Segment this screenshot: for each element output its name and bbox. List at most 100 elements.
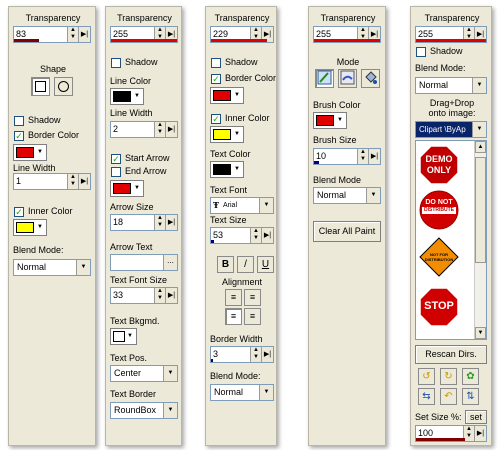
chevron-down-icon[interactable]: ▼ bbox=[163, 366, 177, 381]
brush-size-spinner[interactable]: 10 ▲ ▼ ▶| bbox=[313, 148, 381, 165]
spin-up-down-icon[interactable]: ▲ ▼ bbox=[154, 215, 165, 230]
arrow-text-input[interactable]: ... bbox=[110, 254, 178, 271]
transparency-spinner[interactable]: 255 ▲ ▼ ▶| bbox=[415, 26, 487, 43]
spin-up-down-icon[interactable]: ▲ ▼ bbox=[357, 149, 368, 164]
scroll-thumb[interactable] bbox=[475, 157, 486, 263]
spin-max-icon[interactable]: ▶| bbox=[78, 27, 90, 42]
text-border-select[interactable]: RoundBox ▼ bbox=[110, 402, 178, 419]
scroll-up-icon[interactable]: ▲ bbox=[475, 141, 486, 153]
spin-up-down-icon[interactable]: ▲ ▼ bbox=[154, 288, 165, 303]
fill-bucket-icon[interactable] bbox=[361, 69, 380, 88]
set-size-button[interactable]: set bbox=[465, 410, 487, 424]
arrow-text-browse-button[interactable]: ... bbox=[163, 255, 177, 270]
clipart-not-for-distribution[interactable]: NOT FOR DISTRIBUTION bbox=[419, 237, 459, 277]
clipart-list[interactable]: DEMO ONLY DO NOT DISTRIBUTE NOT FOR DIST… bbox=[415, 140, 487, 340]
align-justify-icon[interactable]: ≡ bbox=[244, 308, 261, 325]
flip-horizontal-icon[interactable]: ⇆ bbox=[418, 388, 435, 405]
align-left-icon[interactable]: ≡ bbox=[225, 289, 242, 306]
spin-up-down-icon[interactable]: ▲ ▼ bbox=[154, 122, 165, 137]
clipart-scrollbar[interactable]: ▲ ▼ bbox=[474, 141, 486, 339]
border-color-checkbox[interactable]: ✓ bbox=[211, 74, 221, 84]
spin-max-icon[interactable]: ▶| bbox=[261, 347, 273, 362]
chevron-down-icon[interactable]: ▼ bbox=[163, 403, 177, 418]
size-spinner[interactable]: 100 ▲ ▼ ▶| bbox=[415, 425, 487, 442]
brush-color-picker[interactable]: ▼ bbox=[313, 112, 347, 129]
line-width-spinner[interactable]: 2 ▲ ▼ ▶| bbox=[110, 121, 178, 138]
spin-max-icon[interactable]: ▶| bbox=[368, 149, 380, 164]
border-width-spinner[interactable]: 3 ▲ ▼ ▶| bbox=[210, 346, 274, 363]
clear-all-paint-button[interactable]: Clear All Paint bbox=[313, 221, 381, 242]
clipart-demo-only[interactable]: DEMO ONLY bbox=[419, 145, 459, 185]
blend-mode-select[interactable]: Normal ▼ bbox=[210, 384, 274, 401]
border-width-value[interactable]: 3 bbox=[213, 349, 218, 360]
ellipse-shape-icon[interactable] bbox=[54, 77, 73, 96]
shadow-checkbox[interactable] bbox=[111, 58, 121, 68]
text-size-value[interactable]: 53 bbox=[213, 230, 223, 241]
chevron-down-icon[interactable]: ▼ bbox=[366, 188, 380, 203]
start-arrow-checkbox[interactable]: ✓ bbox=[111, 154, 121, 164]
inner-color-checkbox[interactable]: ✓ bbox=[211, 114, 221, 124]
line-width-value[interactable]: 1 bbox=[16, 176, 21, 187]
border-color-picker[interactable]: ▼ bbox=[210, 87, 244, 104]
text-font-select[interactable]: Ŧ Arial ▼ bbox=[210, 197, 274, 214]
spin-max-icon[interactable]: ▶| bbox=[165, 288, 177, 303]
inner-color-picker[interactable]: ▼ bbox=[13, 219, 47, 236]
spin-max-icon[interactable]: ▶| bbox=[165, 122, 177, 137]
border-color-checkbox[interactable]: ✓ bbox=[14, 131, 24, 141]
spin-up-down-icon[interactable]: ▲ ▼ bbox=[250, 228, 261, 243]
blend-mode-select[interactable]: Normal ▼ bbox=[313, 187, 381, 204]
blend-mode-select[interactable]: Normal ▼ bbox=[13, 259, 91, 276]
arrow-color-picker[interactable]: ▼ bbox=[110, 180, 144, 197]
transparency-spinner[interactable]: 255 ▲ ▼ ▶| bbox=[110, 26, 178, 43]
line-width-value[interactable]: 2 bbox=[113, 124, 118, 135]
align-right-icon[interactable]: ≡ bbox=[244, 289, 261, 306]
inner-color-picker[interactable]: ▼ bbox=[210, 126, 244, 143]
brush-mode-icon[interactable] bbox=[315, 69, 334, 88]
text-pos-select[interactable]: Center ▼ bbox=[110, 365, 178, 382]
rectangle-shape-icon[interactable] bbox=[31, 77, 50, 96]
scroll-down-icon[interactable]: ▼ bbox=[475, 327, 486, 339]
transparency-spinner[interactable]: 229 ▲ ▼ ▶| bbox=[210, 26, 274, 43]
clipart-do-not-distribute[interactable]: DO NOT DISTRIBUTE bbox=[419, 190, 459, 230]
bold-button[interactable]: B bbox=[217, 256, 234, 273]
spin-max-icon[interactable]: ▶| bbox=[474, 426, 486, 441]
spin-max-icon[interactable]: ▶| bbox=[261, 228, 273, 243]
rotate-right-icon[interactable]: ↻ bbox=[440, 368, 457, 385]
text-size-spinner[interactable]: 53 ▲ ▼ ▶| bbox=[210, 227, 274, 244]
color-wheel-icon[interactable]: ✿ bbox=[462, 368, 479, 385]
text-background-color-picker[interactable]: ▼ bbox=[110, 328, 137, 345]
smudge-mode-icon[interactable] bbox=[338, 69, 357, 88]
chevron-down-icon[interactable]: ▼ bbox=[259, 198, 273, 213]
clipart-stop-sign[interactable]: STOP bbox=[419, 287, 459, 327]
flip-vertical-icon[interactable]: ⇅ bbox=[462, 388, 479, 405]
transparency-spinner[interactable]: 255 ▲ ▼ ▶| bbox=[313, 26, 381, 43]
line-width-spinner[interactable]: 1 ▲ ▼ ▶| bbox=[13, 173, 91, 190]
transparency-spinner[interactable]: 83 ▲ ▼ ▶| bbox=[13, 26, 91, 43]
spin-up-down-icon[interactable]: ▲ ▼ bbox=[250, 347, 261, 362]
chevron-down-icon[interactable]: ▼ bbox=[76, 260, 90, 275]
shadow-checkbox[interactable] bbox=[211, 58, 221, 68]
text-font-size-spinner[interactable]: 33 ▲ ▼ ▶| bbox=[110, 287, 178, 304]
arrow-size-value[interactable]: 18 bbox=[113, 217, 123, 228]
text-color-picker[interactable]: ▼ bbox=[210, 161, 244, 178]
spin-max-icon[interactable]: ▶| bbox=[165, 215, 177, 230]
blend-mode-select[interactable]: Normal ▼ bbox=[415, 77, 487, 94]
text-font-size-value[interactable]: 33 bbox=[113, 290, 123, 301]
end-arrow-checkbox[interactable] bbox=[111, 167, 121, 177]
arrow-size-spinner[interactable]: 18 ▲ ▼ ▶| bbox=[110, 214, 178, 231]
inner-color-checkbox[interactable]: ✓ bbox=[14, 207, 24, 217]
shadow-checkbox[interactable] bbox=[416, 47, 426, 57]
italic-button[interactable]: / bbox=[237, 256, 254, 273]
undo-icon[interactable]: ↶ bbox=[440, 388, 457, 405]
underline-button[interactable]: U bbox=[257, 256, 274, 273]
rescan-dirs-button[interactable]: Rescan Dirs. bbox=[415, 345, 487, 364]
line-color-picker[interactable]: ▼ bbox=[110, 88, 144, 105]
chevron-down-icon[interactable]: ▼ bbox=[259, 385, 273, 400]
chevron-down-icon[interactable]: ▼ bbox=[472, 78, 486, 93]
spin-max-icon[interactable]: ▶| bbox=[78, 174, 90, 189]
spin-up-down-icon[interactable]: ▲ ▼ bbox=[67, 174, 78, 189]
rotate-left-icon[interactable]: ↺ bbox=[418, 368, 435, 385]
clipart-folder-select[interactable]: Clipart \ByAp ▼ bbox=[415, 121, 487, 138]
chevron-down-icon[interactable]: ▼ bbox=[472, 122, 486, 137]
align-center-icon[interactable]: ≡ bbox=[225, 308, 242, 325]
